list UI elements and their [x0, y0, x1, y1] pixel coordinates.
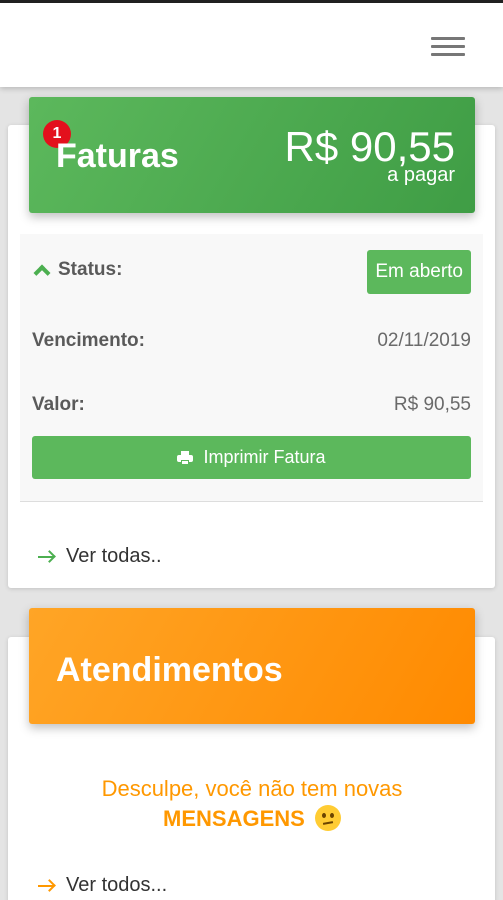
status-toggle[interactable]: Status:	[32, 259, 123, 282]
printer-icon	[177, 450, 194, 465]
atendimentos-title: Atendimentos	[56, 651, 283, 689]
amount-caption: a pagar	[387, 164, 455, 186]
valor-label: Valor:	[32, 394, 85, 415]
atendimentos-header: Atendimentos	[29, 608, 475, 724]
hamburger-menu-icon[interactable]	[431, 35, 467, 59]
confused-face-icon	[314, 805, 341, 831]
ver-todas-label: Ver todas..	[66, 545, 162, 567]
vencimento-value: 02/11/2019	[377, 330, 471, 351]
print-invoice-button[interactable]: Imprimir Fatura	[32, 436, 471, 479]
empty-messages-notice: Desculpe, você não tem novas MENSAGENS	[29, 774, 475, 834]
status-badge: Em aberto	[367, 250, 471, 294]
ver-todos-link[interactable]: Ver todos...	[38, 874, 167, 897]
arrow-right-icon	[38, 878, 56, 893]
vencimento-label: Vencimento:	[32, 330, 145, 351]
empty-message-line2: MENSAGENS	[163, 806, 305, 831]
invoice-details: Status: Em aberto Vencimento: 02/11/2019…	[20, 234, 483, 502]
arrow-right-icon	[38, 549, 56, 564]
ver-todas-link[interactable]: Ver todas..	[38, 545, 162, 568]
ver-todos-label: Ver todos...	[66, 874, 168, 896]
status-label: Status:	[58, 259, 123, 280]
app-bar	[0, 3, 503, 87]
print-invoice-label: Imprimir Fatura	[203, 447, 326, 467]
chevron-up-icon	[33, 264, 51, 282]
faturas-title: Faturas	[56, 137, 179, 175]
empty-message-line1: Desculpe, você não tem novas	[101, 776, 403, 801]
faturas-header: 1 Faturas R$ 90,55 a pagar	[29, 97, 475, 213]
valor-value: R$ 90,55	[393, 394, 471, 415]
